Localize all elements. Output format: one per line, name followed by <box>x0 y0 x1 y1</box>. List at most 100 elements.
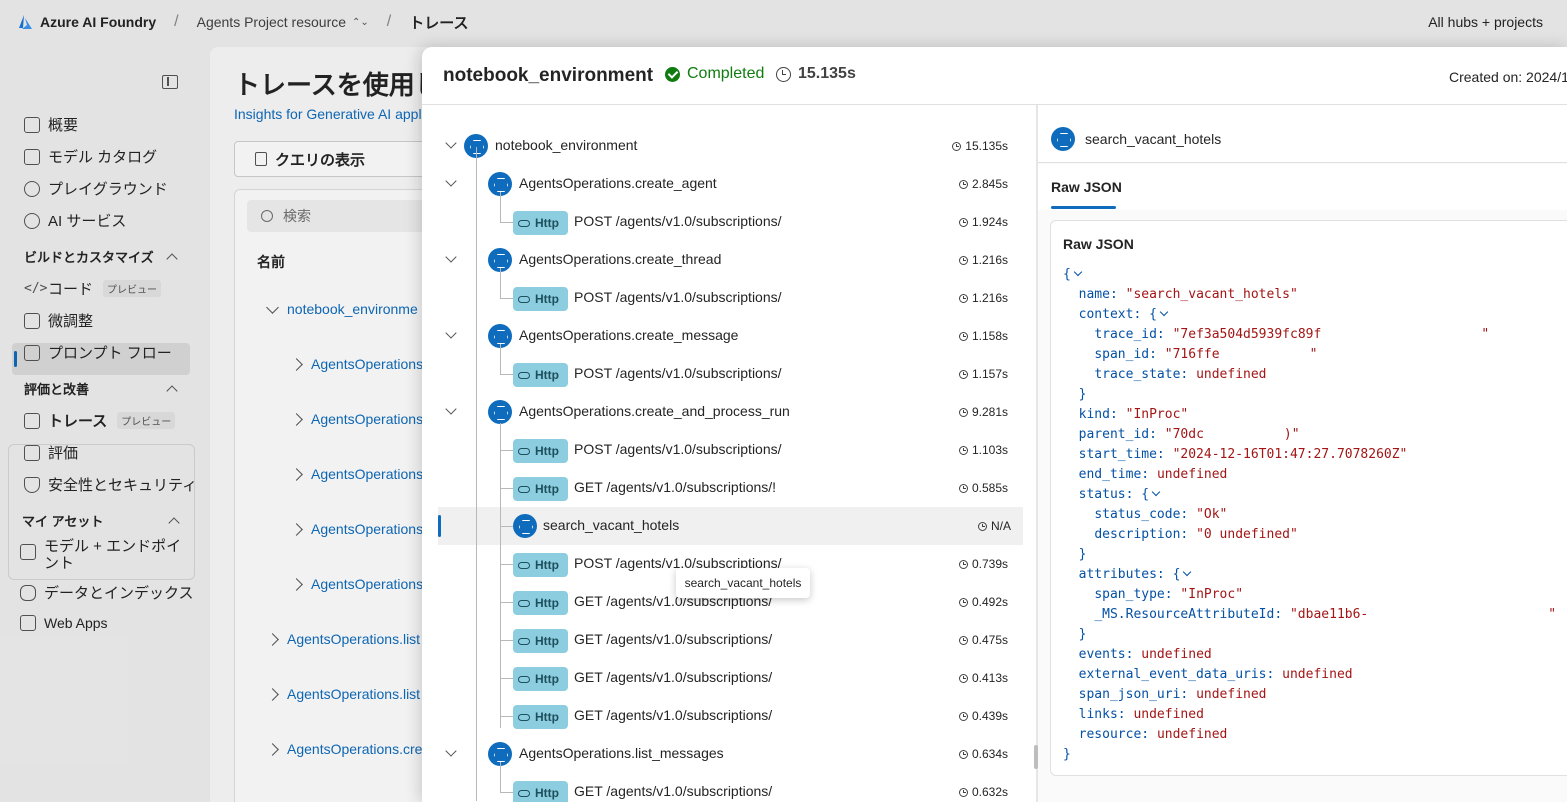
span-duration: 0.413s <box>958 671 1008 685</box>
tree-connector <box>500 762 501 792</box>
http-badge-label: Http <box>535 672 559 686</box>
span-row[interactable]: Http GET /agents/v1.0/subscriptions/0.475… <box>422 621 1036 659</box>
span-duration: 0.632s <box>958 785 1008 799</box>
clock-icon <box>958 331 968 341</box>
span-row[interactable]: AgentsOperations.create_thread 1.216s <box>422 241 1036 279</box>
chevron-down-icon[interactable] <box>445 175 457 187</box>
span-row[interactable]: Http POST /agents/v1.0/subscriptions/1.15… <box>422 355 1036 393</box>
span-row[interactable]: AgentsOperations.create_agent 2.845s <box>422 165 1036 203</box>
span-node-icon <box>1051 127 1075 151</box>
span-label: GET /agents/v1.0/subscriptions/! <box>574 479 777 495</box>
link-icon <box>518 561 530 569</box>
tree-connector <box>500 192 501 222</box>
span-duration: 1.158s <box>958 329 1008 343</box>
raw-json-card: Raw JSON { name: "search_vacant_hotels" … <box>1050 220 1567 776</box>
span-label: AgentsOperations.list_messages <box>519 745 724 761</box>
span-tree: notebook_environment 15.135s AgentsOperati… <box>422 105 1036 802</box>
span-row[interactable]: AgentsOperations.create_and_process_run 9… <box>422 393 1036 431</box>
total-duration: 15.135s <box>776 65 856 83</box>
span-duration-value: 0.632s <box>971 785 1008 799</box>
span-row[interactable]: Http GET /agents/v1.0/subscriptions/! 0.58… <box>422 469 1036 507</box>
span-row[interactable]: AgentsOperations.create_message 1.158s <box>422 317 1036 355</box>
status-label: Completed <box>687 65 765 82</box>
span-row[interactable]: Http POST /agents/v1.0/subscriptions/1.21… <box>422 279 1036 317</box>
chevron-down-icon[interactable] <box>445 327 457 339</box>
clock-icon <box>958 787 968 797</box>
clock-icon <box>958 179 968 189</box>
clock-icon <box>958 749 968 759</box>
tree-connector <box>500 526 513 527</box>
clock-icon <box>958 445 968 455</box>
http-badge-label: Http <box>535 634 559 648</box>
chevron-down-icon[interactable] <box>1151 487 1161 497</box>
detail-header: search_vacant_hotels <box>1038 105 1567 163</box>
link-icon <box>518 789 530 797</box>
span-node-icon <box>488 400 512 424</box>
tree-connector <box>500 640 513 641</box>
span-duration: 0.585s <box>958 481 1008 495</box>
clock-icon <box>958 711 968 721</box>
http-badge-label: Http <box>535 368 559 382</box>
http-badge: Http <box>513 439 568 463</box>
span-row[interactable]: Http POST /agents/v1.0/subscriptions/1.92… <box>422 203 1036 241</box>
tab-raw-json[interactable]: Raw JSON <box>1051 179 1122 195</box>
chevron-down-icon[interactable] <box>1073 267 1083 277</box>
chevron-down-icon[interactable] <box>1183 567 1192 577</box>
link-icon <box>518 713 530 721</box>
span-row[interactable]: Http GET /agents/v1.0/subscriptions/0.439… <box>422 697 1036 735</box>
span-duration: 1.216s <box>958 291 1008 305</box>
trace-detail-panel: notebook_environment Completed 15.135s C… <box>422 47 1567 802</box>
link-icon <box>518 447 530 455</box>
tree-connector <box>500 716 513 717</box>
chevron-down-icon[interactable] <box>445 251 457 263</box>
chevron-down-icon[interactable] <box>445 745 457 757</box>
link-icon <box>518 637 530 645</box>
chevron-down-icon[interactable] <box>1159 307 1169 317</box>
clock-icon <box>958 407 968 417</box>
selection-indicator <box>438 515 441 537</box>
span-label: AgentsOperations.create_thread <box>519 251 722 267</box>
span-row[interactable]: AgentsOperations.list_messages 0.634s <box>422 735 1036 773</box>
http-badge-label: Http <box>535 710 559 724</box>
clock-icon <box>977 521 987 531</box>
tree-connector <box>500 222 513 223</box>
json-viewer[interactable]: { name: "search_vacant_hotels" context: … <box>1063 265 1556 765</box>
clock-icon <box>958 369 968 379</box>
link-icon <box>518 219 530 227</box>
http-badge: Http <box>513 591 568 615</box>
http-badge-label: Http <box>535 444 559 458</box>
span-duration: 0.439s <box>958 709 1008 723</box>
chevron-down-icon[interactable] <box>445 137 457 149</box>
span-duration-value: 0.634s <box>971 747 1008 761</box>
span-duration-value: 1.157s <box>971 367 1008 381</box>
tree-connector <box>500 450 513 451</box>
span-duration: 15.135s <box>952 139 1008 153</box>
http-badge: Http <box>513 477 568 501</box>
span-duration-value: 1.216s <box>971 291 1008 305</box>
span-duration: 1.157s <box>958 367 1008 381</box>
span-row[interactable]: Http GET /agents/v1.0/subscriptions/0.413… <box>422 659 1036 697</box>
tab-underline <box>1051 206 1116 209</box>
span-label: POST /agents/v1.0/subscriptions/ <box>574 365 782 381</box>
span-row[interactable]: notebook_environment 15.135s <box>422 127 1036 165</box>
http-badge-label: Http <box>535 292 559 306</box>
tree-connector <box>500 678 513 679</box>
span-row[interactable]: Http GET /agents/v1.0/subscriptions/0.632… <box>422 773 1036 802</box>
tree-connector <box>500 488 513 489</box>
span-duration-value: 0.492s <box>971 595 1008 609</box>
span-row-selected[interactable]: search_vacant_hotels N/A <box>438 507 1023 545</box>
span-label: GET /agents/v1.0/subscriptions/ <box>574 631 773 647</box>
span-detail: search_vacant_hotels Raw JSON Raw JSON {… <box>1038 105 1567 802</box>
span-label: AgentsOperations.create_and_process_run <box>519 403 790 419</box>
clock-icon <box>958 483 968 493</box>
clock-icon <box>958 635 968 645</box>
span-duration-value: 1.924s <box>971 215 1008 229</box>
link-icon <box>518 371 530 379</box>
span-label: search_vacant_hotels <box>543 517 680 533</box>
span-row[interactable]: Http POST /agents/v1.0/subscriptions/1.10… <box>422 431 1036 469</box>
clock-icon <box>958 597 968 607</box>
span-label: GET /agents/v1.0/subscriptions/ <box>574 783 773 799</box>
link-icon <box>518 675 530 683</box>
tree-connector <box>476 147 477 801</box>
chevron-down-icon[interactable] <box>445 403 457 415</box>
